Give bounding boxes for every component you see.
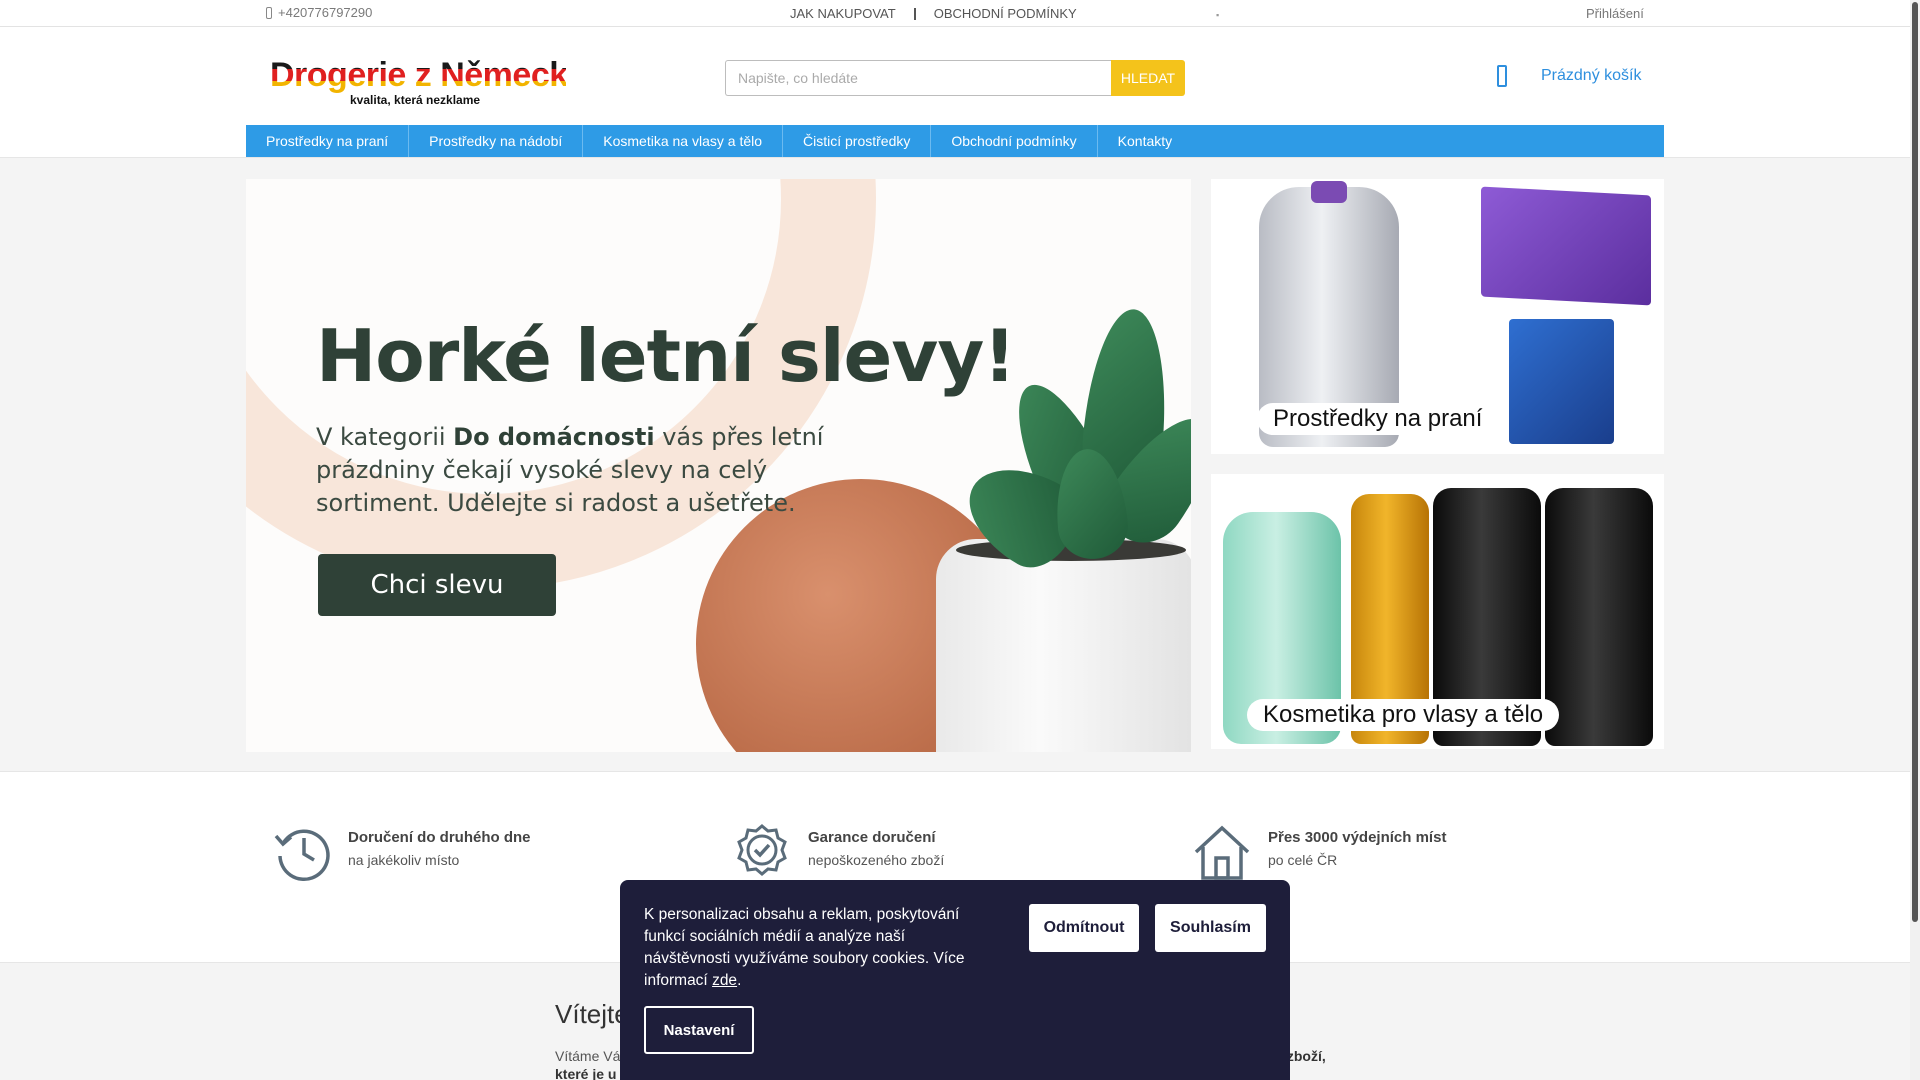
nav-item-laundry[interactable]: Prostředky na praní bbox=[246, 125, 410, 157]
search-input[interactable] bbox=[725, 60, 1111, 96]
search-form: HLEDAT bbox=[725, 60, 1185, 96]
banner-laundry[interactable]: Prostředky na praní bbox=[1211, 179, 1664, 454]
phone-icon bbox=[266, 6, 272, 19]
capsules-box-image bbox=[1509, 319, 1614, 444]
logo-tagline: kvalita, která nezklame bbox=[350, 93, 481, 107]
house-icon bbox=[1194, 825, 1250, 880]
nav-item-terms[interactable]: Obchodní podmínky bbox=[931, 125, 1098, 157]
cookie-reject-button[interactable]: Odmítnout bbox=[1029, 904, 1139, 952]
cookie-accept-button[interactable]: Souhlasím bbox=[1155, 904, 1266, 952]
dot-icon: ▪ bbox=[1216, 10, 1220, 20]
phone-number: +420776797290 bbox=[278, 5, 373, 20]
feature-delivery: Doručení do druhého dne na jakékoliv mís… bbox=[272, 822, 531, 882]
feature-delivery-subtitle: na jakékoliv místo bbox=[348, 852, 460, 868]
hair-mask-bottle-image bbox=[1545, 488, 1653, 746]
hero-cta-button[interactable]: Chci slevu bbox=[318, 554, 556, 616]
hero-banner[interactable]: Horké letní slevy! V kategorii Do domácn… bbox=[246, 179, 1191, 752]
search-button[interactable]: HLEDAT bbox=[1111, 60, 1185, 96]
cookie-settings-button[interactable]: Nastavení bbox=[644, 1006, 754, 1054]
banner-area: Horké letní slevy! V kategorii Do domácn… bbox=[0, 157, 1910, 772]
nav-item-cosmetics[interactable]: Kosmetika na vlasy a tělo bbox=[583, 125, 784, 157]
feature-delivery-title: Doručení do druhého dne bbox=[348, 829, 531, 846]
divider bbox=[913, 7, 916, 20]
top-bar: +420776797290 JAK NAKUPOVAT OBCHODNÍ POD… bbox=[0, 0, 1910, 27]
link-how-to-buy[interactable]: JAK NAKUPOVAT bbox=[790, 6, 896, 21]
banner-cosmetics[interactable]: Kosmetika pro vlasy a tělo bbox=[1211, 474, 1664, 749]
feature-pickup-subtitle: po celé ČR bbox=[1268, 852, 1338, 868]
link-terms[interactable]: OBCHODNÍ PODMÍNKY bbox=[934, 6, 1077, 21]
cookie-more-info-link[interactable]: zde bbox=[712, 972, 737, 989]
feature-pickup: Přes 3000 výdejních míst po celé ČR bbox=[1192, 822, 1446, 882]
welcome-text: Vítáme Vá bbox=[555, 1048, 621, 1064]
feature-guarantee-title: Garance doručení bbox=[808, 829, 936, 846]
nav-item-contacts[interactable]: Kontakty bbox=[1098, 125, 1192, 157]
hero-text: V kategorii Do domácnosti vás přes letní… bbox=[316, 423, 824, 517]
welcome-title: Vítejte bbox=[555, 999, 629, 1029]
clock-history-icon bbox=[274, 829, 330, 882]
capsules-box-image bbox=[1481, 186, 1651, 306]
cart[interactable]: Prázdný košík bbox=[1497, 65, 1641, 87]
logo-title: Drogerie z Německa bbox=[270, 56, 587, 94]
nav-item-dishwashing[interactable]: Prostředky na nádobí bbox=[409, 125, 584, 157]
welcome-text: které je u bbox=[555, 1066, 617, 1080]
scrollbar[interactable] bbox=[1910, 0, 1920, 1080]
scrollbar-thumb[interactable] bbox=[1912, 2, 1918, 922]
feature-guarantee: Garance doručení nepoškozeného zboží bbox=[732, 822, 944, 882]
banner-laundry-label: Prostředky na praní bbox=[1257, 403, 1499, 435]
badge-check-icon bbox=[737, 824, 787, 876]
phone-contact[interactable]: +420776797290 bbox=[266, 5, 372, 20]
hero-title: Horké letní slevy! bbox=[316, 314, 1016, 398]
banner-cosmetics-label: Kosmetika pro vlasy a tělo bbox=[1247, 699, 1560, 731]
detergent-bottle-cap bbox=[1311, 181, 1347, 203]
plant-pot-image bbox=[936, 539, 1191, 752]
cart-label: Prázdný košík bbox=[1541, 67, 1642, 84]
main-nav: Prostředky na praní Prostředky na nádobí… bbox=[246, 125, 1664, 157]
top-links: JAK NAKUPOVAT OBCHODNÍ PODMÍNKY bbox=[790, 6, 1077, 21]
nav-item-cleaning[interactable]: Čisticí prostředky bbox=[783, 125, 932, 157]
logo[interactable]: Drogerie z Německa kvalita, která nezkla… bbox=[270, 56, 587, 109]
feature-pickup-title: Přes 3000 výdejních míst bbox=[1268, 829, 1447, 846]
cookie-banner: K personalizaci obsahu a reklam, poskyto… bbox=[620, 880, 1290, 1080]
cookie-text: K personalizaci obsahu a reklam, poskyto… bbox=[644, 906, 965, 989]
login-link[interactable]: Přihlášení bbox=[1586, 6, 1644, 21]
feature-guarantee-subtitle: nepoškozeného zboží bbox=[808, 852, 945, 868]
cart-icon bbox=[1497, 65, 1507, 87]
